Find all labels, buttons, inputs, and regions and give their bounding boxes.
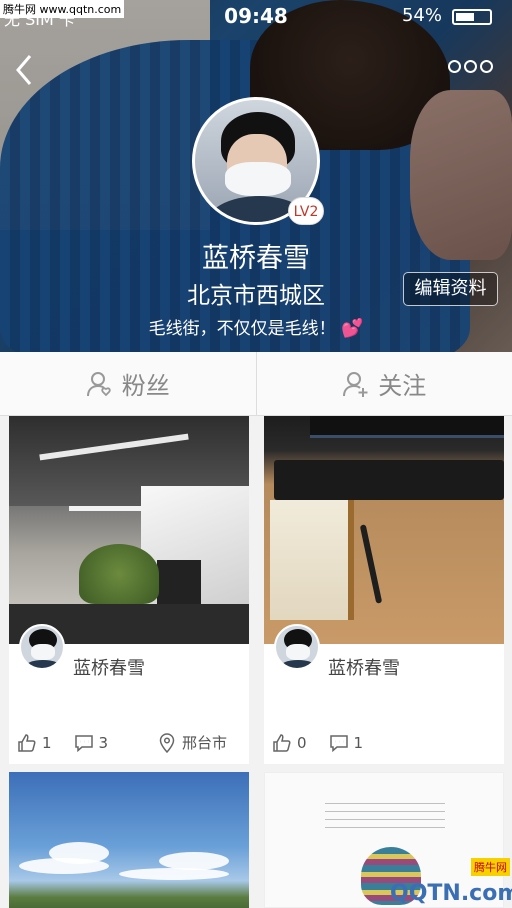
thumbs-up-icon [273, 734, 291, 752]
tab-following[interactable]: 关注 [257, 352, 512, 415]
post-stats: 0 1 [272, 732, 385, 754]
tab-following-label: 关注 [378, 372, 427, 400]
more-dots-icon [448, 60, 461, 73]
post-location: 邢台市 [158, 732, 227, 753]
chevron-left-icon [16, 55, 32, 85]
battery-percent: 54% [401, 5, 442, 26]
profile-cover: 无 SIM 卡 09:48 54% 腾牛网 www.qqtn.com LV2 蓝… [0, 0, 512, 352]
post-author-name[interactable]: 蓝桥春雪 [328, 654, 400, 680]
post-author-avatar[interactable] [19, 624, 65, 670]
site-logo-text: QQTN.com [390, 881, 512, 906]
comment-button[interactable]: 1 [329, 733, 364, 753]
post-card[interactable]: 蓝桥春雪 0 1 [264, 416, 504, 764]
thumbs-up-icon [18, 734, 36, 752]
post-author-avatar[interactable] [274, 624, 320, 670]
hearts-icon: 💕 [340, 318, 364, 339]
like-count: 1 [42, 734, 52, 752]
bio-text: 毛线街，不仅仅是毛线！ [148, 319, 336, 339]
edit-profile-button[interactable]: 编辑资料 [403, 272, 498, 306]
post-location-label: 邢台市 [181, 734, 227, 752]
comment-count: 1 [353, 734, 364, 752]
comment-count: 3 [98, 734, 109, 752]
profile-tabs: 粉丝 关注 [0, 352, 512, 416]
like-button[interactable]: 1 [17, 733, 52, 753]
more-options-button[interactable] [448, 58, 500, 78]
profile-bio: 毛线街，不仅仅是毛线！ 💕 [0, 314, 512, 339]
location-pin-icon [159, 732, 175, 753]
post-photo[interactable] [9, 772, 249, 908]
post-author-name[interactable]: 蓝桥春雪 [73, 654, 145, 680]
site-logo-tag: 腾牛网 [471, 858, 510, 876]
post-card[interactable]: 蓝桥春雪 1 3 邢台市 [9, 416, 249, 764]
back-button[interactable] [10, 50, 40, 90]
battery-icon [452, 9, 492, 25]
post-photo[interactable] [9, 416, 249, 644]
watermark-label: 腾牛网 www.qqtn.com [0, 0, 125, 18]
profile-name: 蓝桥春雪 [202, 243, 310, 274]
comment-icon [74, 735, 93, 753]
tab-followers-label: 粉丝 [121, 372, 170, 400]
add-follow-icon [343, 371, 368, 397]
comment-button[interactable]: 3 [74, 733, 109, 753]
level-badge: LV2 [288, 197, 324, 225]
post-photo[interactable] [264, 416, 504, 644]
tab-followers[interactable]: 粉丝 [0, 352, 257, 415]
like-count: 0 [297, 734, 307, 752]
like-button[interactable]: 0 [272, 733, 307, 753]
site-logo: 腾牛网 QQTN.com [390, 858, 512, 906]
post-stats: 1 3 [17, 732, 130, 754]
post-card[interactable] [9, 772, 249, 908]
comment-icon [329, 735, 348, 753]
followers-icon [86, 371, 111, 396]
